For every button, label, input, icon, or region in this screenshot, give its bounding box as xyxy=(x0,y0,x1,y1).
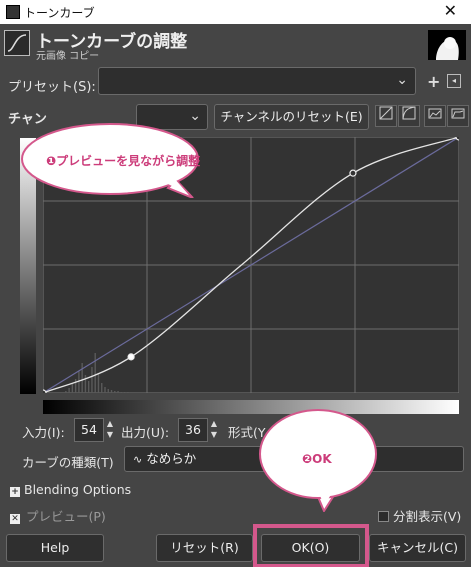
split-view-label: 分割表示(V) xyxy=(393,509,462,524)
preset-dropdown[interactable]: ⌄ xyxy=(98,67,416,95)
preview-checkbox[interactable]: ✕ xyxy=(10,514,20,524)
curves-tool-icon xyxy=(4,30,30,56)
log-histogram-icon[interactable] xyxy=(398,105,420,127)
input-spinbox[interactable]: 54 xyxy=(74,418,104,442)
output-spin-arrows[interactable]: ▲ ▼ xyxy=(207,418,221,442)
blending-options-label: Blending Options xyxy=(24,482,132,497)
help-button[interactable]: Help xyxy=(6,534,104,562)
preset-label: プリセット(S): xyxy=(8,80,96,95)
window-title: トーンカーブ xyxy=(24,6,95,20)
curve-control-point[interactable] xyxy=(127,353,135,361)
curve-type-value: なめらか xyxy=(146,451,197,466)
histogram-linear-icon[interactable] xyxy=(424,105,446,127)
input-label: 入力(I): xyxy=(22,425,65,440)
reset-channel-button[interactable]: チャンネルのリセット(E) xyxy=(214,104,369,130)
input-spin-arrows[interactable]: ▲ ▼ xyxy=(103,418,117,442)
preview-label: プレビュー(P) xyxy=(26,509,106,524)
linear-histogram-icon[interactable] xyxy=(375,105,397,127)
curve-control-point[interactable] xyxy=(349,169,357,177)
dialog-header: トーンカーブの調整 元画像 コピー xyxy=(0,24,471,64)
smooth-curve-icon: ∿ xyxy=(133,453,143,466)
window-titlebar: トーンカーブ ✕ xyxy=(0,0,471,24)
reset-button[interactable]: リセット(R) xyxy=(156,534,253,562)
expand-plus-icon: + xyxy=(10,487,20,497)
output-label: 出力(U): xyxy=(121,425,170,440)
annotation-text-2: ❷OK xyxy=(302,452,332,466)
gimp-app-icon xyxy=(6,5,20,19)
input-gradient-bar xyxy=(43,400,459,414)
annotation-text-1: ❶プレビューを見ながら調整 xyxy=(46,154,201,168)
image-thumbnail xyxy=(428,30,466,60)
split-view-checkbox[interactable] xyxy=(378,511,389,522)
preset-menu-icon[interactable]: ◂ xyxy=(447,74,461,88)
histogram-log-icon[interactable] xyxy=(447,105,469,127)
ok-highlight-frame xyxy=(253,524,369,567)
dialog-subtitle: 元画像 コピー xyxy=(36,51,100,62)
cancel-button[interactable]: キャンセル(C) xyxy=(369,534,466,562)
curve-type-label: カーブの種類(T) xyxy=(22,455,114,470)
split-view-toggle[interactable]: 分割表示(V) xyxy=(378,506,461,525)
chevron-down-icon: ⌄ xyxy=(396,72,408,88)
close-icon[interactable]: ✕ xyxy=(444,2,457,20)
add-preset-button[interactable]: + xyxy=(427,72,440,91)
blending-options-expander[interactable]: + Blending Options xyxy=(10,482,131,497)
preview-toggle[interactable]: ✕ プレビュー(P) xyxy=(10,506,106,525)
output-spinbox[interactable]: 36 xyxy=(178,418,208,442)
